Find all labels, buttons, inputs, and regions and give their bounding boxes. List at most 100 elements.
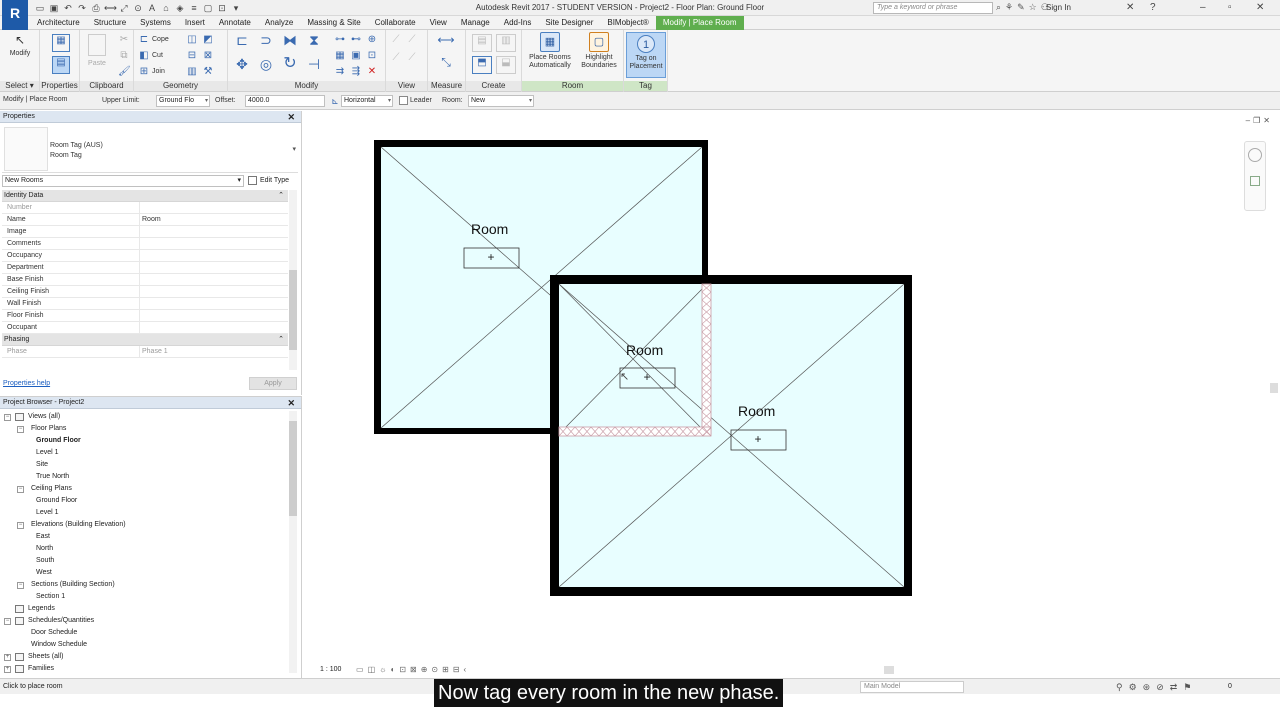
property-value[interactable]: Room xyxy=(140,214,288,225)
array-icon[interactable]: ▦ xyxy=(334,50,346,62)
orientation-select[interactable]: Horizontal ▾ xyxy=(341,95,393,107)
browser-node[interactable]: Site xyxy=(0,459,288,471)
browser-node[interactable]: Door Schedule xyxy=(0,627,288,639)
room-3-label[interactable]: Room xyxy=(738,403,775,419)
redo-icon[interactable]: ↷ xyxy=(76,2,88,14)
tag-icon[interactable]: ⊙ xyxy=(132,2,144,14)
room-select[interactable]: New ▾ xyxy=(468,95,534,107)
browser-node[interactable]: Level 1 xyxy=(0,507,288,519)
browser-node[interactable]: − Schedules/Quantities xyxy=(0,615,288,627)
property-group-header[interactable]: Identity Data ⌃ xyxy=(2,190,288,202)
browser-node[interactable]: − Floor Plans xyxy=(0,423,288,435)
collapse-icon[interactable]: ⌃ xyxy=(278,190,284,202)
trim-extend-icon[interactable]: ⇉ xyxy=(334,66,346,78)
split-face-icon[interactable]: ◫ xyxy=(186,34,198,46)
section-icon[interactable]: ◈ xyxy=(174,2,186,14)
select-links-icon[interactable]: ⚲ xyxy=(1116,682,1123,693)
join-icon[interactable]: ⊞ xyxy=(138,66,150,78)
browser-node[interactable]: Section 1 xyxy=(0,591,288,603)
browser-node[interactable]: Legends xyxy=(0,603,288,615)
collapse-icon[interactable]: ⌃ xyxy=(278,334,284,346)
close-icon[interactable]: ✕ xyxy=(287,397,295,409)
linework-icon[interactable]: ⟋ xyxy=(390,52,402,64)
expand-icon[interactable]: + xyxy=(4,654,11,661)
tab-manage[interactable]: Manage xyxy=(454,16,497,30)
thin-lines-icon[interactable]: ≡ xyxy=(188,2,200,14)
detail-level-icon[interactable]: ▭ xyxy=(356,663,364,677)
paint-icon[interactable]: ◩ xyxy=(202,34,214,46)
dimension-icon[interactable]: ⤢ xyxy=(118,2,130,14)
tab-collaborate[interactable]: Collaborate xyxy=(368,16,423,30)
tab-bimobject[interactable]: BIMobject® xyxy=(600,16,655,30)
tab-modify-place-room[interactable]: Modify | Place Room xyxy=(655,16,744,30)
type-properties-icon[interactable]: ▦ xyxy=(52,34,70,52)
browser-node[interactable]: West xyxy=(0,567,288,579)
isolate-icon[interactable]: ⟋ xyxy=(406,52,418,64)
delete-icon[interactable]: ✕ xyxy=(366,66,378,78)
property-value[interactable] xyxy=(140,262,288,273)
offset-icon[interactable]: ⊃ xyxy=(256,33,276,54)
measure-icon[interactable]: ⟷ xyxy=(104,2,117,14)
properties-help-link[interactable]: Properties help xyxy=(3,380,50,387)
property-value[interactable] xyxy=(140,310,288,321)
visual-style-icon[interactable]: ◫ xyxy=(368,663,376,677)
collapse-icon[interactable]: − xyxy=(17,426,24,433)
browser-scrollbar[interactable] xyxy=(289,411,297,673)
mirror-axis-icon[interactable]: ⧓ xyxy=(280,33,300,54)
app-menu-button[interactable]: R xyxy=(2,0,28,30)
3d-view-icon[interactable]: ⌂ xyxy=(160,2,172,14)
rotate-icon[interactable]: ↻ xyxy=(280,56,300,78)
modify-button[interactable]: ↖ Modify xyxy=(4,34,36,58)
apply-button[interactable]: Apply xyxy=(249,377,297,390)
browser-node[interactable]: True North xyxy=(0,471,288,483)
tag-on-placement-button[interactable]: 1 Tag on Placement xyxy=(626,32,666,78)
select-pinned-icon[interactable]: ⊛ xyxy=(1143,682,1151,693)
browser-node[interactable]: Ground Floor xyxy=(0,435,288,447)
text-icon[interactable]: A xyxy=(146,2,158,14)
tab-systems[interactable]: Systems xyxy=(133,16,178,30)
scrollbar-thumb[interactable] xyxy=(289,270,297,350)
create-assembly-icon[interactable]: ▤ xyxy=(472,34,492,52)
leader-checkbox[interactable] xyxy=(399,96,408,105)
measure-between-icon[interactable]: ⟷ xyxy=(434,34,458,46)
pin-icon[interactable]: ⊕ xyxy=(366,34,378,46)
browser-node[interactable]: East xyxy=(0,531,288,543)
property-value[interactable] xyxy=(140,322,288,333)
split-gap-icon[interactable]: ⊷ xyxy=(350,34,362,46)
subscription-icon[interactable]: ⚘ xyxy=(1005,2,1013,13)
tab-analyze[interactable]: Analyze xyxy=(258,16,300,30)
match-type-icon[interactable]: 🖌 xyxy=(118,66,131,78)
join-label[interactable]: Join xyxy=(152,66,165,78)
type-selector[interactable]: Room Tag (AUS) Room Tag ▾ xyxy=(2,125,298,173)
trim-icon[interactable]: ⊣ xyxy=(304,57,324,78)
drawing-area[interactable]: – ❐ ✕ + + + Room Room Room ↖ 1 : 100 ▭ ◫… xyxy=(304,111,1280,678)
properties-icon[interactable]: ▤ xyxy=(52,56,70,74)
room-2-label[interactable]: Room xyxy=(626,342,663,358)
horizontal-scrollbar-thumb[interactable] xyxy=(884,666,894,674)
create-group-icon[interactable]: ⬒ xyxy=(472,56,492,74)
tab-architecture[interactable]: Architecture xyxy=(30,16,87,30)
browser-node[interactable]: North xyxy=(0,543,288,555)
tab-insert[interactable]: Insert xyxy=(178,16,212,30)
property-value[interactable] xyxy=(140,238,288,249)
browser-node[interactable]: Level 1 xyxy=(0,447,288,459)
collapse-icon[interactable]: − xyxy=(17,522,24,529)
collapse-icon[interactable]: − xyxy=(4,618,11,625)
close-window-icon[interactable]: ✕ xyxy=(1256,2,1264,13)
reveal-hidden-icon[interactable]: ⊙ xyxy=(431,663,438,677)
filter-icon[interactable]: ⚑ xyxy=(1183,682,1191,693)
select-underlay-icon[interactable]: ⚙ xyxy=(1129,682,1137,693)
tab-annotate[interactable]: Annotate xyxy=(212,16,258,30)
collapse-icon[interactable]: − xyxy=(4,414,11,421)
property-value[interactable] xyxy=(140,250,288,261)
show-crop-icon[interactable]: ⊠ xyxy=(410,663,417,677)
collapse-icon[interactable]: − xyxy=(17,486,24,493)
binoculars-icon[interactable]: ⌕ xyxy=(996,2,1001,13)
property-value[interactable] xyxy=(140,226,288,237)
search-input[interactable]: Type a keyword or phrase xyxy=(873,2,993,14)
close-hidden-icon[interactable]: ▢ xyxy=(202,2,214,14)
minimize-icon[interactable]: – xyxy=(1200,2,1206,13)
cut-label[interactable]: Cut xyxy=(152,50,163,62)
paste-button[interactable]: Paste xyxy=(86,34,108,68)
move-icon[interactable]: ✥ xyxy=(232,57,252,78)
